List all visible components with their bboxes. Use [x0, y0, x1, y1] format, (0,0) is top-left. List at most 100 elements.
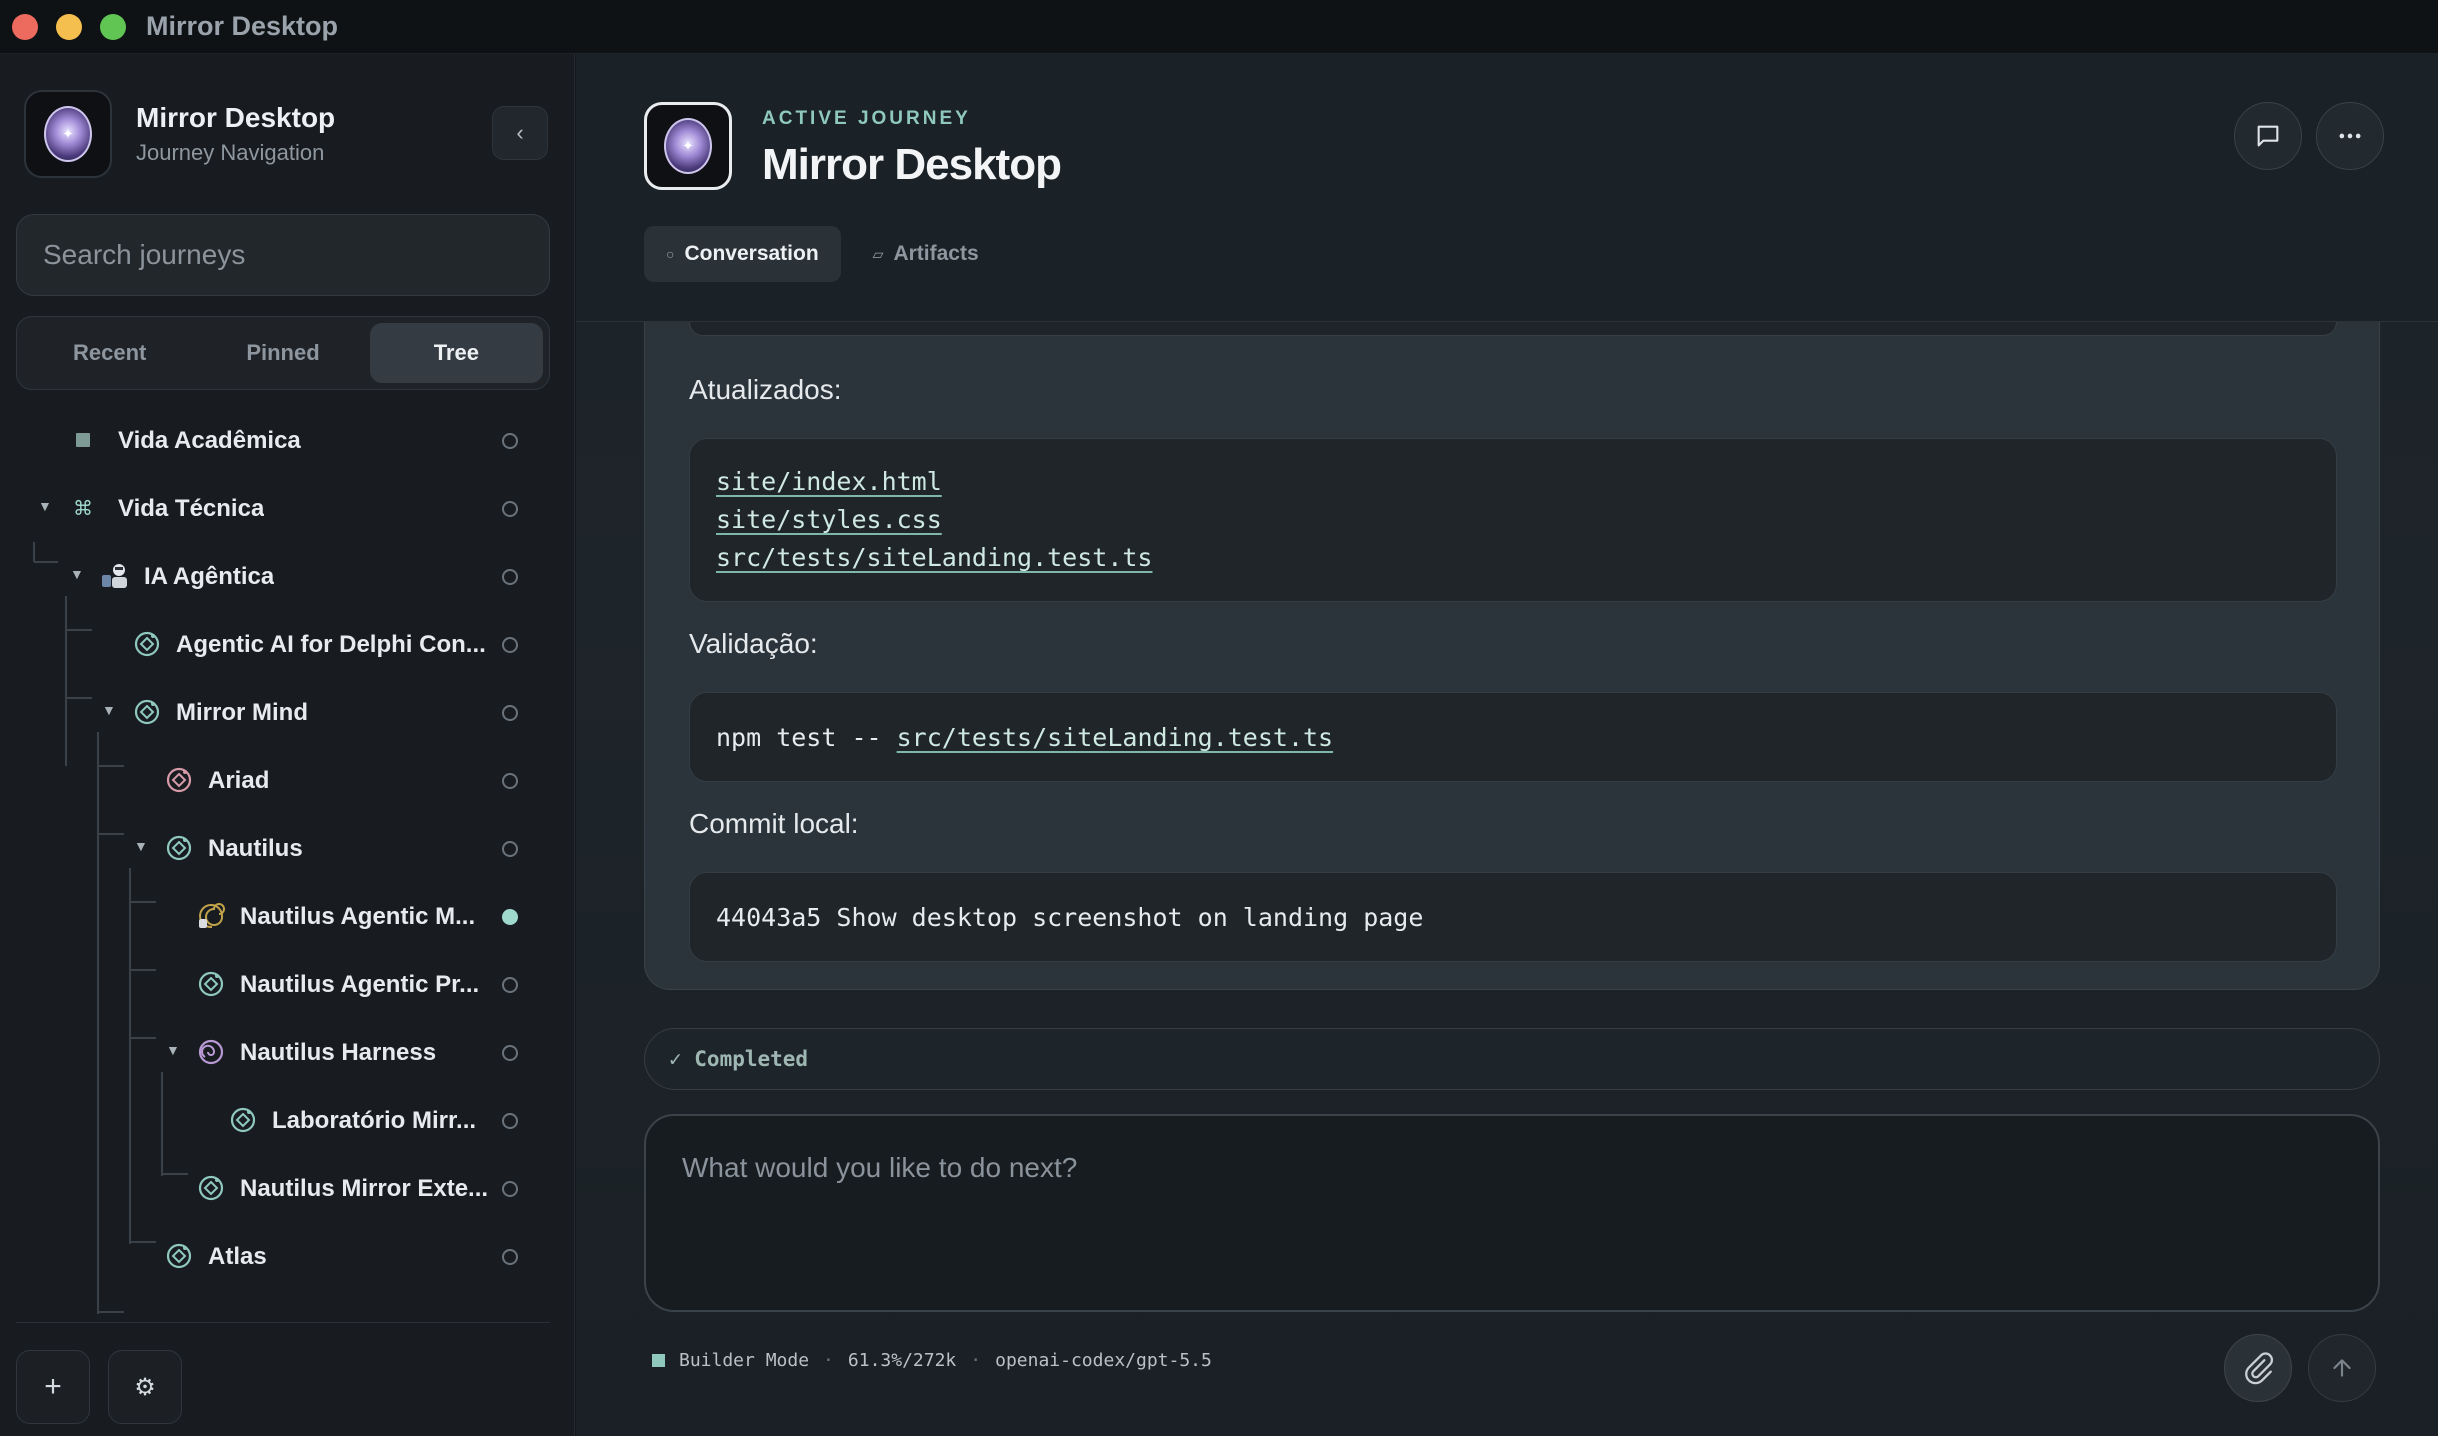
tab-conversation[interactable]: ○ Conversation: [644, 226, 841, 282]
paperclip-icon: [2245, 1352, 2273, 1385]
tab-label: Artifacts: [893, 242, 979, 265]
target-icon: [164, 1241, 194, 1271]
new-journey-button[interactable]: +: [16, 1350, 90, 1424]
tree-item-label: Agentic AI for Delphi Con...: [176, 631, 486, 658]
previous-codeblock: [689, 322, 2337, 336]
updated-files-codeblock: site/index.html site/styles.css src/test…: [689, 438, 2337, 602]
tree-item-label: Nautilus Agentic Pr...: [240, 971, 480, 998]
plus-icon: +: [44, 1370, 62, 1403]
journey-tree: Vida Acadêmica ▼ ⌘ Vida Técnica ▼ IA Agêntica…: [0, 406, 575, 1326]
tree-item[interactable]: Nautilus Mirror Exte...: [0, 1154, 575, 1222]
mirror-orb-icon: [664, 118, 712, 174]
segment-tree[interactable]: Tree: [369, 323, 543, 383]
file-link[interactable]: src/tests/siteLanding.test.ts: [897, 723, 1334, 752]
tree-item[interactable]: Agentic AI for Delphi Con...: [0, 610, 575, 678]
tree-item[interactable]: ▼ Nautilus Harness: [0, 1018, 575, 1086]
target-icon: [164, 833, 194, 863]
tree-item[interactable]: ▼ ⌘ Vida Técnica: [0, 474, 575, 542]
collapse-sidebar-button[interactable]: ‹: [492, 106, 548, 160]
journey-tabs: ○ Conversation ▱ Artifacts: [644, 226, 1001, 282]
window-controls: [12, 13, 126, 40]
tree-item[interactable]: Ariad: [0, 746, 575, 814]
journey-header: ACTIVE JOURNEY Mirror Desktop ○ Conversa…: [576, 54, 2438, 322]
segment-pinned[interactable]: Pinned: [196, 323, 369, 383]
sidebar-divider: [16, 1322, 550, 1323]
tree-item-label: IA Agêntica: [144, 563, 275, 590]
sidebar: Mirror Desktop Journey Navigation ‹ Rece…: [0, 54, 575, 1436]
tree-item[interactable]: Vida Acadêmica: [0, 406, 575, 474]
message-composer-input[interactable]: [644, 1114, 2380, 1312]
robot-icon: [100, 561, 130, 591]
window-title: Mirror Desktop: [146, 11, 339, 41]
command-icon: ⌘: [73, 497, 93, 520]
artifact-icon: ▱: [872, 245, 884, 262]
search-journeys-input[interactable]: [16, 214, 550, 296]
validation-codeblock: npm test -- src/tests/siteLanding.test.t…: [689, 692, 2337, 782]
more-options-button[interactable]: [2316, 102, 2384, 170]
tree-item[interactable]: ▼ Nautilus: [0, 814, 575, 882]
commit-text: 44043a5 Show desktop screenshot on landi…: [716, 903, 1424, 932]
tree-item[interactable]: Laboratório Mirr...: [0, 1086, 575, 1154]
mode-indicator-icon: [652, 1354, 665, 1367]
gear-icon: ⚙: [134, 1373, 156, 1401]
circle-icon: ○: [666, 246, 675, 262]
tree-item-label: Nautilus Harness: [240, 1039, 437, 1066]
chevron-down-icon[interactable]: ▼: [102, 702, 116, 718]
chevron-down-icon[interactable]: ▼: [166, 1042, 180, 1058]
target-icon: [164, 765, 194, 795]
mirror-orb-icon: [44, 106, 92, 162]
attach-button[interactable]: [2224, 1334, 2292, 1402]
validation-label: Validação:: [689, 628, 818, 659]
tree-item-label: Nautilus Agentic M...: [240, 903, 476, 930]
ellipsis-icon: [2339, 133, 2361, 139]
brand-name: Mirror Desktop: [136, 102, 336, 133]
app-logo: [24, 90, 112, 178]
journey-logo: [644, 102, 732, 190]
send-button[interactable]: [2308, 1334, 2376, 1402]
mode-label[interactable]: Builder Mode: [679, 1350, 809, 1371]
main-panel: ACTIVE JOURNEY Mirror Desktop ○ Conversa…: [576, 54, 2438, 1436]
tree-item-label: Nautilus Mirror Exte...: [240, 1175, 489, 1202]
status-dot: [502, 977, 518, 993]
tree-item[interactable]: Atlas: [0, 1222, 575, 1290]
minimize-window-button[interactable]: [56, 13, 82, 40]
context-usage: 61.3%/272k: [847, 1350, 957, 1371]
separator: ·: [823, 1350, 834, 1371]
file-link[interactable]: site/styles.css: [716, 505, 942, 534]
tree-item-label: Vida Acadêmica: [118, 427, 301, 454]
tree-item[interactable]: ▼ Mirror Mind: [0, 678, 575, 746]
command-text: npm test --: [716, 723, 897, 752]
file-link[interactable]: site/index.html: [716, 467, 942, 496]
chevron-down-icon[interactable]: ▼: [70, 566, 84, 582]
chevron-left-icon: ‹: [516, 120, 524, 145]
tree-item-label: Mirror Mind: [176, 699, 308, 726]
target-icon: [228, 1105, 258, 1135]
tree-item-label: Vida Técnica: [118, 495, 265, 522]
tab-artifacts[interactable]: ▱ Artifacts: [851, 226, 1001, 282]
tree-item-label: Nautilus: [208, 835, 303, 862]
settings-button[interactable]: ⚙: [108, 1350, 182, 1424]
chat-button[interactable]: [2234, 102, 2302, 170]
close-window-button[interactable]: [12, 13, 38, 40]
spiral-icon: [196, 1037, 226, 1067]
page-title: Mirror Desktop: [762, 140, 1062, 189]
chat-bubble-icon: [2257, 125, 2279, 147]
conversation-message: Atualizados: site/index.html site/styles…: [644, 322, 2380, 990]
status-dot: [502, 705, 518, 721]
status-dot: [502, 569, 518, 585]
model-name[interactable]: openai-codex/gpt-5.5: [995, 1350, 1212, 1371]
separator: ·: [970, 1350, 982, 1371]
commit-codeblock: 44043a5 Show desktop screenshot on landi…: [689, 872, 2337, 962]
tree-item[interactable]: Nautilus Agentic M...: [0, 882, 575, 950]
chevron-down-icon[interactable]: ▼: [134, 838, 148, 854]
brand-subtitle: Journey Navigation: [136, 140, 325, 165]
segment-recent[interactable]: Recent: [23, 323, 196, 383]
tree-item[interactable]: Nautilus Agentic Pr...: [0, 950, 575, 1018]
chevron-down-icon[interactable]: ▼: [38, 498, 52, 514]
zoom-window-button[interactable]: [100, 13, 126, 40]
tree-item-label: Ariad: [208, 767, 270, 794]
status-dot: [502, 909, 518, 925]
tree-item[interactable]: ▼ IA Agêntica: [0, 542, 575, 610]
spiral-shell-icon: [196, 901, 226, 931]
file-link[interactable]: src/tests/siteLanding.test.ts: [716, 543, 1153, 572]
